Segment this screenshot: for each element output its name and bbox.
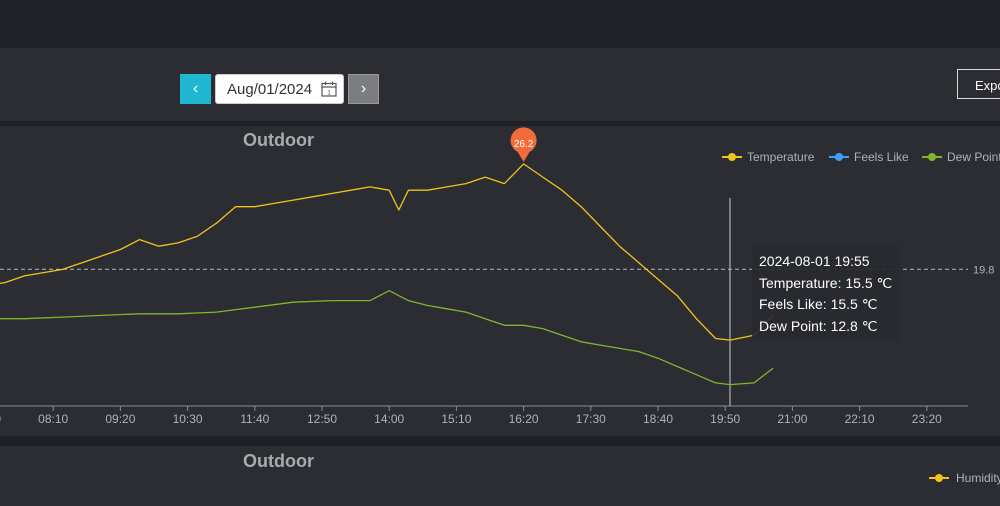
x-tick-label: 11:40 xyxy=(240,412,269,426)
x-tick-label: 14:00 xyxy=(374,412,404,426)
x-tick-label: 16:20 xyxy=(509,412,539,426)
x-tick-label: 09:20 xyxy=(105,412,135,426)
legend-temperature-label: Temperature xyxy=(747,150,815,164)
legend-humidity-label: Humidity xyxy=(956,471,1000,485)
x-tick-label: 07:00 xyxy=(0,412,1,426)
reference-line-label: 19.8 xyxy=(973,264,994,276)
max-marker-label: 26.2 xyxy=(514,139,534,150)
x-tick-label: 23:20 xyxy=(912,412,942,426)
tooltip-temperature: Temperature: 15.5 ℃ xyxy=(759,275,893,291)
tooltip-time: 2024-08-01 19:55 xyxy=(759,253,870,269)
x-tick-label: 12:50 xyxy=(307,412,337,426)
legend-feels-like-marker xyxy=(835,153,843,161)
tooltip-dew-point: Dew Point: 12.8 ℃ xyxy=(759,318,878,334)
x-tick-label: 19:50 xyxy=(710,412,740,426)
x-tick-label: 10:30 xyxy=(173,412,203,426)
legend-humidity-marker xyxy=(935,474,943,482)
legend-temperature-marker xyxy=(728,153,736,161)
x-tick-label: 15:10 xyxy=(441,412,471,426)
x-tick-label: 21:00 xyxy=(777,412,807,426)
legend-dew-point-label: Dew Point xyxy=(947,150,1000,164)
x-tick-label: 22:10 xyxy=(845,412,875,426)
temperature-line xyxy=(0,163,774,341)
legend-feels-like-label: Feels Like xyxy=(854,150,909,164)
x-tick-label: 18:40 xyxy=(643,412,673,426)
chart-tooltip: 2024-08-01 19:55 Temperature: 15.5 ℃ Fee… xyxy=(752,246,900,340)
x-tick-label: 08:10 xyxy=(38,412,68,426)
x-tick-label: 17:30 xyxy=(576,412,606,426)
tooltip-feels-like: Feels Like: 15.5 ℃ xyxy=(759,296,878,312)
legend-dew-point-marker xyxy=(928,153,936,161)
dew-point-line xyxy=(0,290,774,386)
